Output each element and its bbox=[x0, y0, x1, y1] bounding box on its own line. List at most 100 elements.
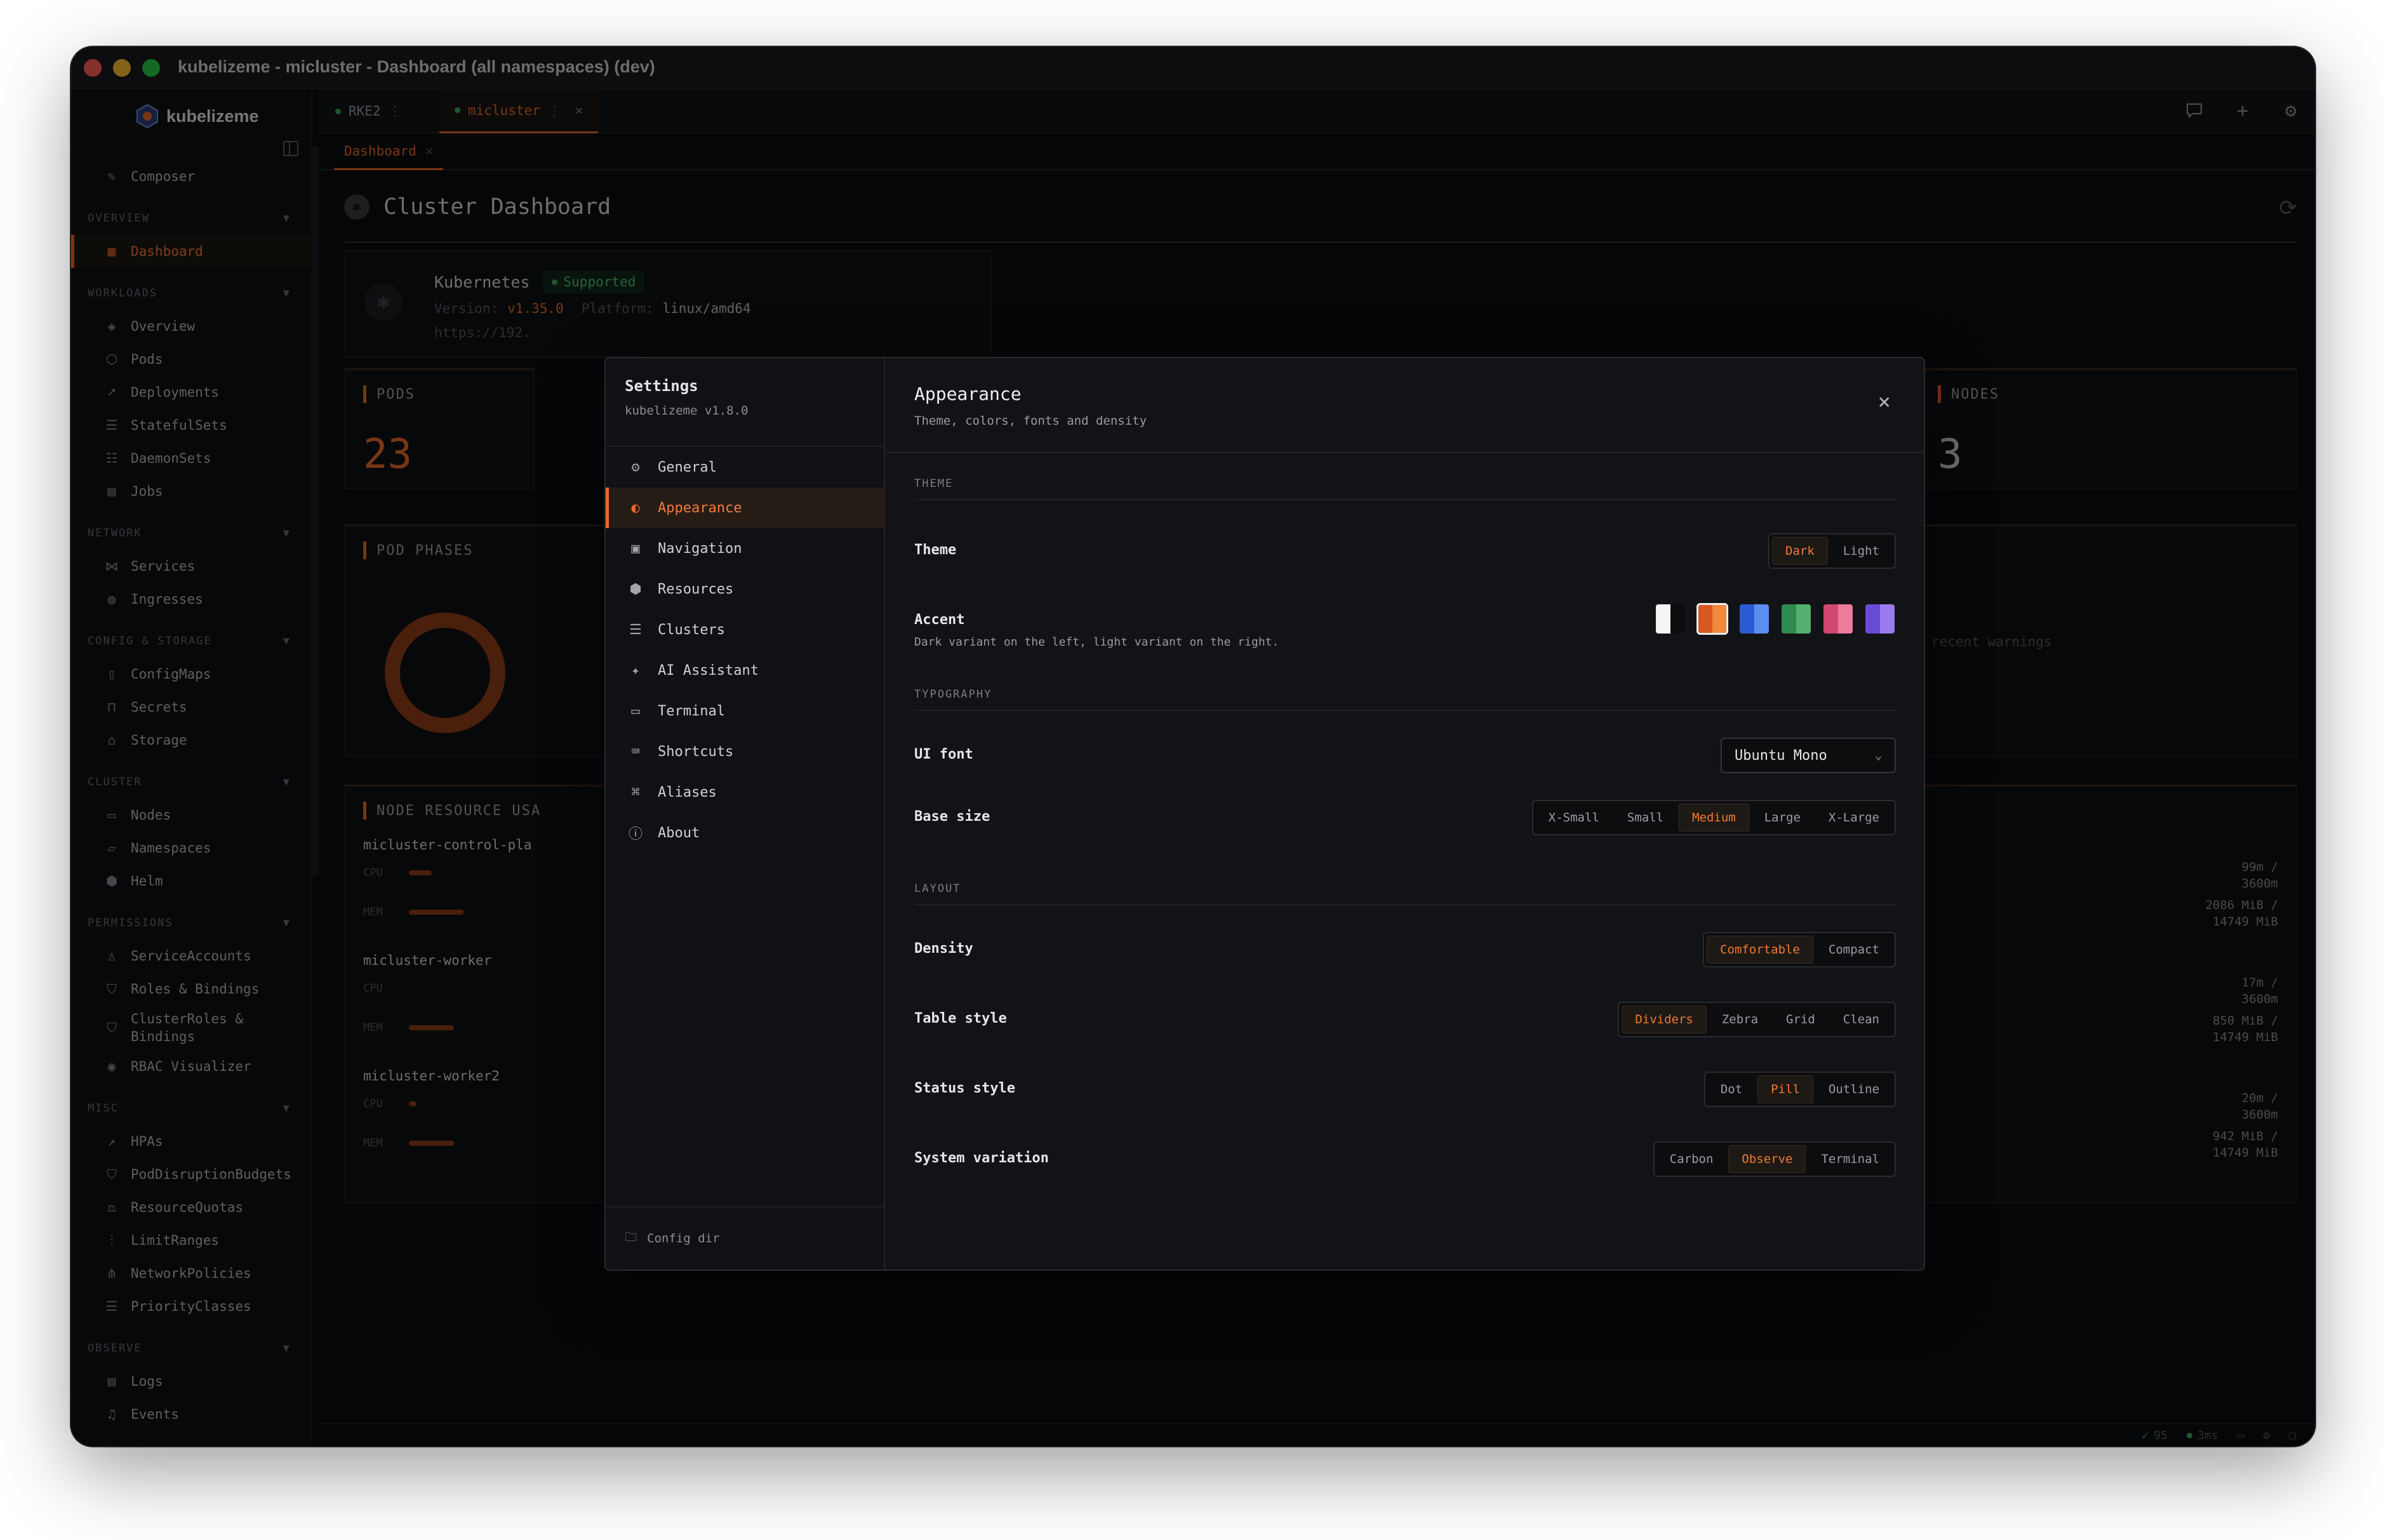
system-variation-toggle: Carbon Observe Terminal bbox=[1653, 1141, 1896, 1177]
terminal-icon: ▭ bbox=[631, 703, 640, 719]
swatch-half bbox=[1670, 604, 1685, 634]
settings-nav-label: Aliases bbox=[658, 784, 717, 800]
settings-nav-resources[interactable]: ⬢ Resources bbox=[606, 569, 885, 609]
base-size-toggle: X-Small Small Medium Large X-Large bbox=[1531, 800, 1896, 835]
info-icon: ⓘ bbox=[628, 826, 643, 842]
sparkles-icon: ✦ bbox=[631, 662, 640, 679]
option-x-small[interactable]: X-Small bbox=[1536, 804, 1612, 832]
folder-icon: 🗀 bbox=[625, 1230, 637, 1244]
config-dir-button[interactable]: 🗀 Config dir bbox=[606, 1206, 884, 1270]
settings-nav-general[interactable]: ⚙ General bbox=[606, 447, 885, 488]
option-zebra[interactable]: Zebra bbox=[1709, 1006, 1771, 1033]
density-toggle: Comfortable Compact bbox=[1703, 932, 1896, 967]
appearance-panel: Appearance Theme, colors, fonts and dens… bbox=[886, 358, 1924, 1270]
app-window: kubelizeme - micluster - Dashboard (all … bbox=[71, 47, 2315, 1446]
settings-nav-ai-assistant[interactable]: ✦ AI Assistant bbox=[606, 650, 885, 691]
settings-nav-terminal[interactable]: ▭ Terminal bbox=[606, 691, 885, 731]
option-carbon[interactable]: Carbon bbox=[1657, 1145, 1726, 1173]
option-pill[interactable]: Pill bbox=[1757, 1075, 1813, 1103]
accent-swatch[interactable] bbox=[1822, 603, 1854, 635]
option-dark[interactable]: Dark bbox=[1772, 537, 1828, 565]
keyboard-icon: ⌨ bbox=[631, 743, 640, 760]
swatch-half bbox=[1782, 604, 1796, 634]
ui-font-select[interactable]: Ubuntu Mono ⌄ bbox=[1721, 738, 1896, 773]
option-large[interactable]: Large bbox=[1752, 804, 1813, 832]
option-dividers[interactable]: Dividers bbox=[1622, 1006, 1707, 1033]
settings-nav-label: About bbox=[658, 825, 700, 841]
swatch-half bbox=[1838, 604, 1853, 634]
option-dot[interactable]: Dot bbox=[1708, 1075, 1755, 1103]
option-small[interactable]: Small bbox=[1615, 804, 1676, 832]
option-outline[interactable]: Outline bbox=[1816, 1075, 1892, 1103]
swatch-half bbox=[1754, 604, 1769, 634]
config-dir-label: Config dir bbox=[647, 1231, 720, 1245]
appearance-header: Appearance Theme, colors, fonts and dens… bbox=[886, 358, 1924, 453]
settings-nav-about[interactable]: ⓘ About bbox=[606, 813, 885, 853]
section-typography: TYPOGRAPHY bbox=[914, 688, 1896, 711]
option-clean[interactable]: Clean bbox=[1830, 1006, 1892, 1033]
option-terminal[interactable]: Terminal bbox=[1808, 1145, 1892, 1173]
option-light[interactable]: Light bbox=[1830, 537, 1892, 565]
settings-nav-label: Navigation bbox=[658, 540, 742, 557]
accent-swatches bbox=[1655, 603, 1896, 635]
appearance-subtitle: Theme, colors, fonts and density bbox=[914, 414, 1147, 428]
density-row: Density Comfortable Compact bbox=[914, 932, 1896, 967]
section-theme: THEME bbox=[914, 477, 1896, 500]
settings-nav-aliases[interactable]: ⌘ Aliases bbox=[606, 772, 885, 813]
accent-swatch[interactable] bbox=[1655, 603, 1686, 635]
settings-nav-label: AI Assistant bbox=[658, 662, 759, 679]
command-icon: ⌘ bbox=[631, 784, 640, 800]
table-style-row: Table style Dividers Zebra Grid Clean bbox=[914, 1002, 1896, 1037]
accent-swatch[interactable] bbox=[1864, 603, 1896, 635]
settings-sidebar: Settings kubelizeme v1.8.0 ⚙ General ◐ Appe… bbox=[606, 358, 885, 1270]
settings-nav-shortcuts[interactable]: ⌨ Shortcuts bbox=[606, 731, 885, 772]
option-compact[interactable]: Compact bbox=[1816, 936, 1892, 964]
option-x-large[interactable]: X-Large bbox=[1816, 804, 1892, 832]
accent-row: Accent Dark variant on the left, light v… bbox=[914, 603, 1896, 649]
swatch-half bbox=[1880, 604, 1895, 634]
swatch-half bbox=[1823, 604, 1838, 634]
settings-nav-label: Clusters bbox=[658, 621, 725, 638]
option-grid[interactable]: Grid bbox=[1773, 1006, 1828, 1033]
settings-version: kubelizeme v1.8.0 bbox=[625, 404, 749, 418]
swatch-half bbox=[1656, 604, 1670, 634]
theme-label: Theme bbox=[914, 542, 957, 558]
system-variation-row: System variation Carbon Observe Terminal bbox=[914, 1141, 1896, 1177]
settings-nav: ⚙ General ◐ Appearance ▣ Navigation ⬢ Resources… bbox=[606, 446, 885, 853]
option-medium[interactable]: Medium bbox=[1679, 804, 1749, 832]
theme-row: Theme Dark Light bbox=[914, 533, 1896, 569]
option-observe[interactable]: Observe bbox=[1728, 1145, 1806, 1173]
settings-nav-label: Resources bbox=[658, 581, 734, 597]
status-style-toggle: Dot Pill Outline bbox=[1703, 1072, 1896, 1107]
server-icon: ☰ bbox=[629, 621, 642, 638]
chevron-down-icon: ⌄ bbox=[1875, 748, 1882, 762]
accent-description: Dark variant on the left, light variant … bbox=[914, 635, 1279, 649]
base-size-row: Base size X-Small Small Medium Large X-Large bbox=[914, 800, 1896, 835]
swatch-half bbox=[1712, 605, 1726, 633]
settings-nav-label: Appearance bbox=[658, 500, 742, 516]
swatch-half bbox=[1698, 605, 1712, 633]
settings-nav-label: General bbox=[658, 459, 717, 475]
settings-title: Settings bbox=[625, 377, 698, 395]
sidebar-icon: ▣ bbox=[631, 540, 640, 557]
settings-nav-navigation[interactable]: ▣ Navigation bbox=[606, 528, 885, 569]
swatch-half bbox=[1796, 604, 1811, 634]
palette-icon: ◐ bbox=[631, 500, 640, 516]
close-icon[interactable]: × bbox=[1878, 391, 1891, 413]
settings-dialog: Settings kubelizeme v1.8.0 ⚙ General ◐ Appe… bbox=[604, 357, 1925, 1271]
settings-nav-label: Terminal bbox=[658, 703, 725, 719]
accent-swatch[interactable] bbox=[1738, 603, 1770, 635]
option-comfortable[interactable]: Comfortable bbox=[1707, 936, 1813, 964]
swatch-half bbox=[1865, 604, 1880, 634]
section-layout: LAYOUT bbox=[914, 882, 1896, 905]
status-style-row: Status style Dot Pill Outline bbox=[914, 1072, 1896, 1107]
settings-nav-clusters[interactable]: ☰ Clusters bbox=[606, 609, 885, 650]
accent-swatch[interactable] bbox=[1780, 603, 1812, 635]
boxes-icon: ⬢ bbox=[629, 581, 642, 597]
settings-nav-label: Shortcuts bbox=[658, 743, 734, 760]
accent-swatch[interactable] bbox=[1696, 603, 1728, 635]
table-style-toggle: Dividers Zebra Grid Clean bbox=[1618, 1002, 1896, 1037]
appearance-title: Appearance bbox=[914, 383, 1022, 404]
settings-nav-appearance[interactable]: ◐ Appearance bbox=[606, 488, 885, 528]
ui-font-value: Ubuntu Mono bbox=[1735, 747, 1827, 764]
